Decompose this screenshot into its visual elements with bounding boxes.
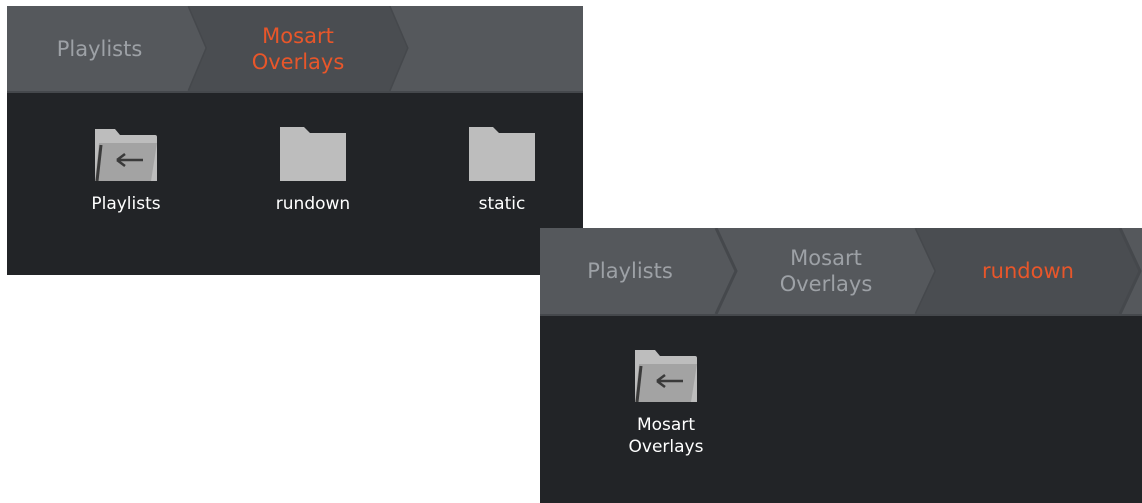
folder-icon (469, 127, 535, 181)
breadcrumb: Playlists Mosart Overlays (7, 6, 583, 93)
item-label: Mosart Overlays (628, 415, 704, 457)
folder-browser-panel-a: Playlists Mosart Overlays Playlists rund… (7, 6, 583, 275)
folder-up-icon (95, 129, 157, 182)
folder-item-mosart-overlays-up[interactable]: Mosart Overlays (596, 344, 736, 458)
breadcrumb-playlists[interactable]: Playlists (540, 228, 720, 314)
folder-browser-panel-b: Playlists Mosart Overlays rundown Mosart… (540, 228, 1142, 503)
item-label: rundown (275, 194, 351, 214)
folder-item-static[interactable]: static (432, 123, 572, 215)
breadcrumb-playlists[interactable]: Playlists (7, 6, 192, 91)
breadcrumb-mosart-overlays[interactable]: Mosart Overlays (736, 228, 916, 314)
breadcrumb: Playlists Mosart Overlays rundown (540, 228, 1142, 316)
folder-item-playlists-up[interactable]: Playlists (56, 123, 196, 215)
folder-item-rundown[interactable]: rundown (243, 123, 383, 215)
item-label: Playlists (91, 194, 161, 214)
breadcrumb-mosart-overlays[interactable]: Mosart Overlays (207, 6, 389, 91)
item-label: static (478, 194, 526, 214)
folder-up-icon (635, 350, 697, 403)
breadcrumb-rundown[interactable]: rundown (936, 228, 1120, 314)
folder-icon (280, 127, 346, 181)
